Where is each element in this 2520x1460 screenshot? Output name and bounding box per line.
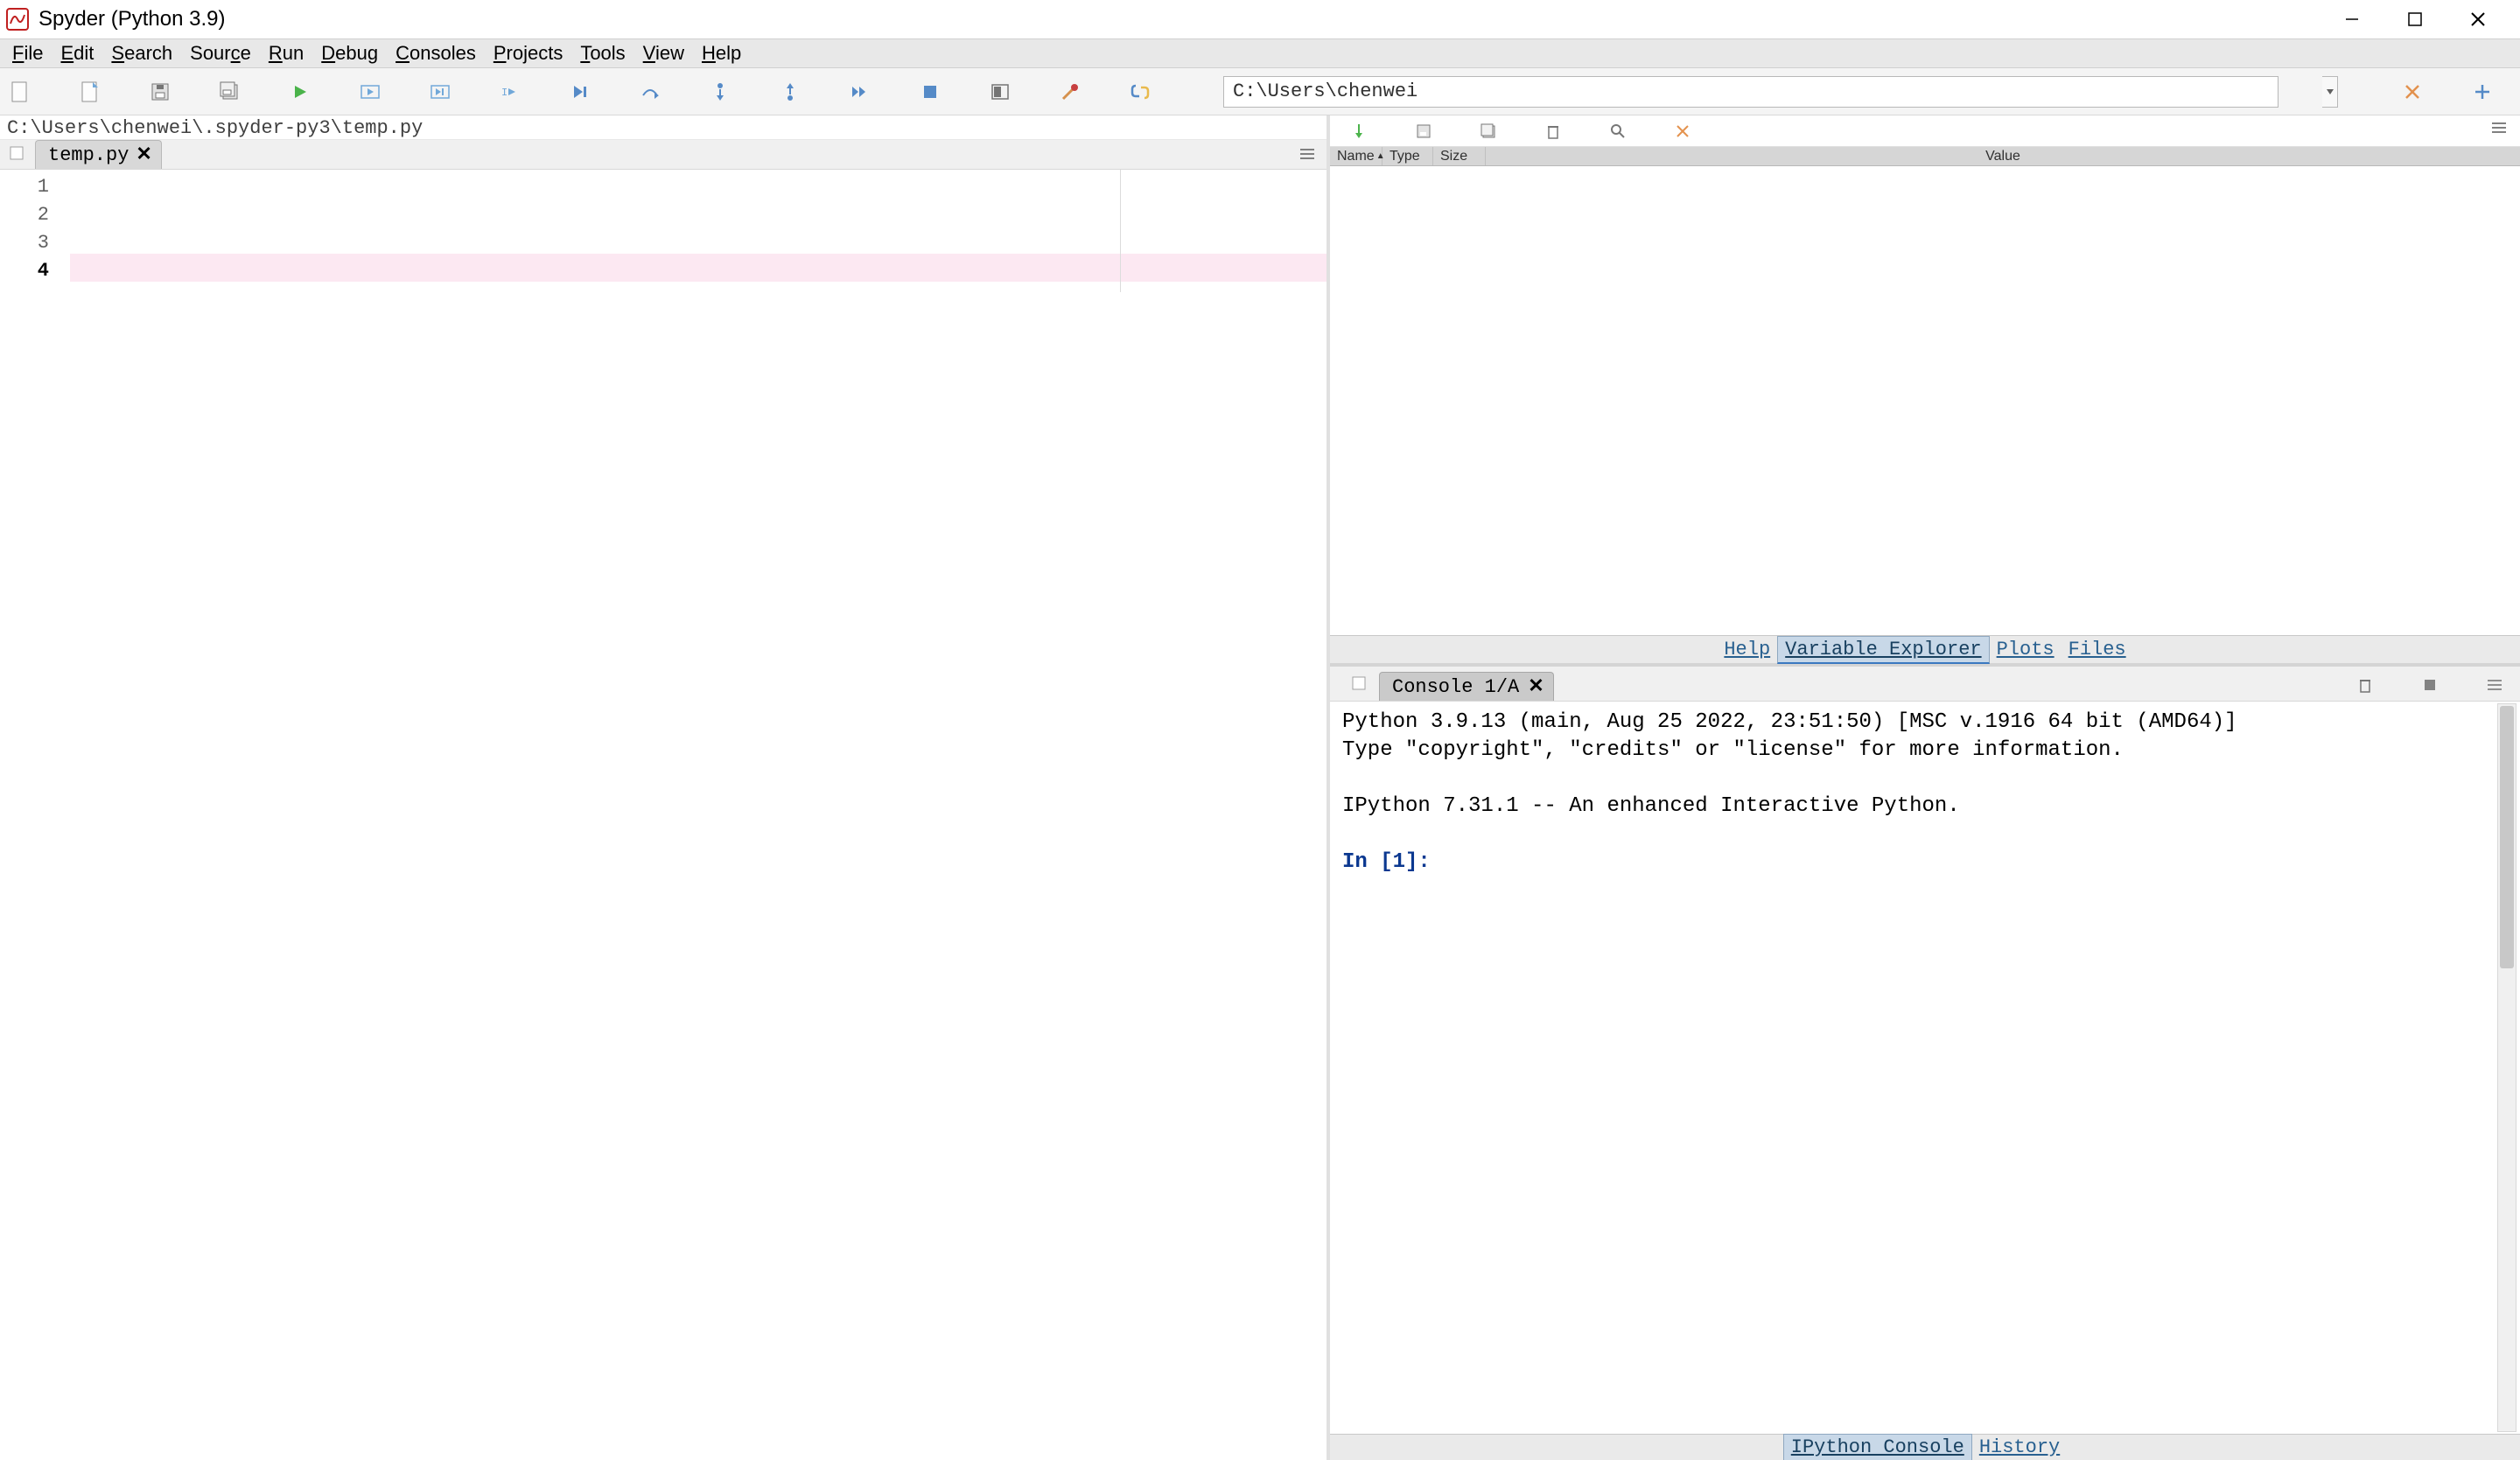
search-var-icon[interactable]: [1605, 118, 1631, 144]
line-number: 3: [0, 229, 70, 257]
tab-ipython-console[interactable]: IPython Console: [1783, 1434, 1972, 1460]
refresh-var-icon[interactable]: [1670, 118, 1696, 144]
debug-continue-icon[interactable]: [847, 79, 873, 105]
tab-history[interactable]: History: [1972, 1435, 2067, 1460]
console-options-icon[interactable]: [2482, 672, 2508, 698]
console-output: Type "copyright", "credits" or "license"…: [1342, 737, 2508, 765]
interrupt-kernel-icon[interactable]: [2417, 672, 2443, 698]
svg-text:I: I: [501, 87, 508, 99]
browse-tabs-icon[interactable]: [9, 145, 26, 163]
new-file-icon[interactable]: [7, 79, 33, 105]
console-scrollbar[interactable]: [2497, 703, 2516, 1432]
tab-help[interactable]: Help: [1717, 637, 1777, 662]
editor-tab-temp[interactable]: temp.py ✕: [35, 140, 162, 169]
console-pane: Console 1/A ✕ Python 3.9.13 (main, Aug 2…: [1330, 667, 2520, 1460]
working-dir-dropdown[interactable]: [2322, 76, 2338, 108]
menu-debug[interactable]: Debug: [312, 38, 387, 68]
console-body[interactable]: Python 3.9.13 (main, Aug 25 2022, 23:51:…: [1330, 702, 2520, 1434]
var-toolbar: [1330, 115, 2520, 147]
import-data-icon[interactable]: [1346, 118, 1372, 144]
close-button[interactable]: [2460, 6, 2496, 32]
debug-icon[interactable]: [567, 79, 593, 105]
debug-step-over-icon[interactable]: [637, 79, 663, 105]
menu-projects[interactable]: Projects: [485, 38, 571, 68]
debug-step-out-icon[interactable]: [777, 79, 803, 105]
editor-pane: C:\Users\chenwei\.spyder-py3\temp.py tem…: [0, 115, 1330, 1460]
indent-guide: [1120, 170, 1121, 292]
close-console-icon[interactable]: ✕: [1528, 675, 1544, 698]
line-number: 4: [0, 257, 70, 285]
remove-all-icon[interactable]: [1540, 118, 1566, 144]
console-bottom-tabs: IPython Console History: [1330, 1434, 2520, 1460]
menu-file[interactable]: File: [4, 38, 52, 68]
preferences-icon[interactable]: [1057, 79, 1083, 105]
editor-filepath: C:\Users\chenwei\.spyder-py3\temp.py: [0, 115, 1326, 140]
console-prompt: In [1]:: [1342, 850, 1431, 874]
window-title: Spyder (Python 3.9): [38, 7, 225, 31]
open-file-icon[interactable]: [77, 79, 103, 105]
debug-stop-icon[interactable]: [917, 79, 943, 105]
menu-help[interactable]: Help: [693, 38, 750, 68]
menubar: File Edit Search Source Run Debug Consol…: [0, 38, 2520, 68]
browse-consoles-icon[interactable]: [1351, 675, 1368, 693]
menu-run[interactable]: Run: [260, 38, 312, 68]
console-tab-label: Console 1/A: [1392, 676, 1519, 698]
code-area[interactable]: [70, 170, 1326, 1460]
save-data-as-icon[interactable]: [1475, 118, 1502, 144]
editor-options-icon[interactable]: [1298, 147, 1316, 161]
titlebar: Spyder (Python 3.9): [0, 0, 2520, 38]
remove-console-icon[interactable]: [2352, 672, 2378, 698]
var-col-type[interactable]: Type: [1382, 147, 1433, 165]
variable-explorer-pane: Name▲ Type Size Value Help Variable Expl…: [1330, 115, 2520, 667]
toolbar: I: [0, 68, 2520, 115]
save-data-icon[interactable]: [1410, 118, 1437, 144]
editor-gutter: 1 2 3 4: [0, 170, 70, 1460]
menu-search[interactable]: Search: [102, 38, 181, 68]
line-number: 2: [0, 201, 70, 229]
right-upper-tabs: Help Variable Explorer Plots Files: [1330, 635, 2520, 663]
var-col-name[interactable]: Name▲: [1330, 147, 1382, 165]
editor-tabstrip: temp.py ✕: [0, 140, 1326, 170]
maximize-pane-icon[interactable]: [987, 79, 1013, 105]
var-col-size[interactable]: Size: [1433, 147, 1486, 165]
run-cell-advance-icon[interactable]: [427, 79, 453, 105]
var-table-header: Name▲ Type Size Value: [1330, 147, 2520, 166]
menu-tools[interactable]: Tools: [571, 38, 634, 68]
var-table-body: [1330, 166, 2520, 635]
tab-files[interactable]: Files: [2062, 637, 2133, 662]
console-output: IPython 7.31.1 -- An enhanced Interactiv…: [1342, 793, 2508, 821]
maximize-button[interactable]: [2398, 6, 2432, 32]
run-cell-icon[interactable]: [357, 79, 383, 105]
menu-source[interactable]: Source: [181, 38, 260, 68]
run-selection-icon[interactable]: I: [497, 79, 523, 105]
menu-view[interactable]: View: [634, 38, 693, 68]
run-icon[interactable]: [287, 79, 313, 105]
menu-consoles[interactable]: Consoles: [387, 38, 485, 68]
tab-plots[interactable]: Plots: [1990, 637, 2062, 662]
minimize-button[interactable]: [2334, 6, 2370, 32]
debug-step-into-icon[interactable]: [707, 79, 733, 105]
menu-edit[interactable]: Edit: [52, 38, 102, 68]
tab-variable-explorer[interactable]: Variable Explorer: [1777, 636, 1989, 664]
close-tab-icon[interactable]: ✕: [136, 143, 151, 166]
line-number: 1: [0, 173, 70, 201]
editor-tab-label: temp.py: [48, 144, 129, 166]
save-icon[interactable]: [147, 79, 173, 105]
var-col-value[interactable]: Value: [1486, 147, 2520, 165]
python-path-icon[interactable]: [1127, 79, 1153, 105]
remove-dir-icon[interactable]: [2399, 79, 2426, 105]
console-tab-1a[interactable]: Console 1/A ✕: [1379, 672, 1554, 701]
console-tabstrip: Console 1/A ✕: [1330, 667, 2520, 702]
add-dir-icon[interactable]: [2469, 79, 2496, 105]
working-dir-input[interactable]: [1223, 76, 2278, 108]
var-options-icon[interactable]: [2490, 121, 2508, 135]
spyder-app-icon: [5, 7, 30, 31]
console-output: Python 3.9.13 (main, Aug 25 2022, 23:51:…: [1342, 709, 2508, 737]
editor-body[interactable]: 1 2 3 4: [0, 170, 1326, 1460]
save-all-icon[interactable]: [217, 79, 243, 105]
